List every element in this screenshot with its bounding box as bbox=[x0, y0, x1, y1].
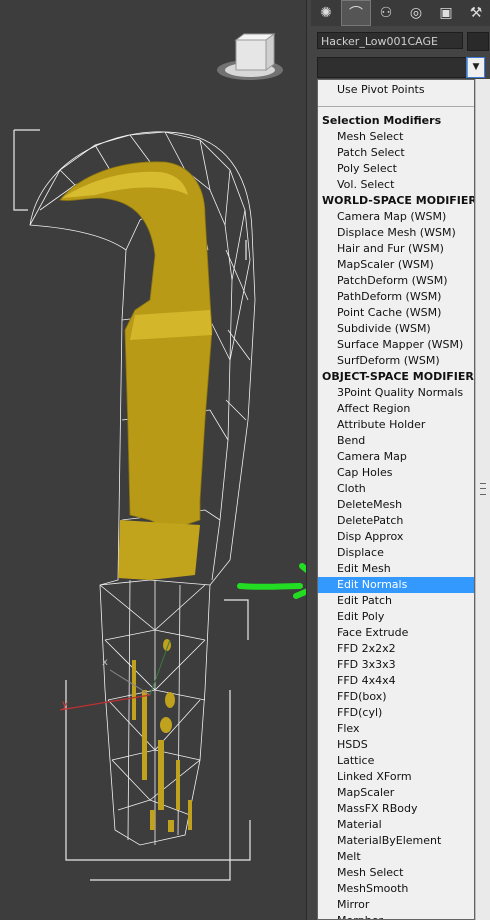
motion-icon[interactable]: ◎ bbox=[401, 0, 431, 26]
modifier-item-hsds[interactable]: HSDS bbox=[318, 737, 474, 753]
modifier-list-dropdown[interactable]: ▼ bbox=[317, 57, 485, 78]
list-divider bbox=[318, 106, 474, 107]
annotation-arrow bbox=[237, 563, 306, 599]
list-header-selection-modifiers: Selection Modifiers bbox=[322, 114, 442, 127]
view-cube[interactable] bbox=[217, 33, 283, 80]
modifier-item-cloth[interactable]: Cloth bbox=[318, 481, 474, 497]
axis-y-label: y bbox=[62, 699, 68, 710]
list-header-object-space-modifiers: OBJECT-SPACE MODIFIERS bbox=[322, 370, 475, 383]
modifier-item-poly-select[interactable]: Poly Select bbox=[318, 161, 474, 177]
scrollbar-grip[interactable] bbox=[480, 483, 486, 495]
modifier-item-morpher[interactable]: Morpher bbox=[318, 913, 474, 919]
modifier-item-deletemesh[interactable]: DeleteMesh bbox=[318, 497, 474, 513]
modifier-item-mapscaler-wsm[interactable]: MapScaler (WSM) bbox=[318, 257, 474, 273]
modifier-item-edit-poly[interactable]: Edit Poly bbox=[318, 609, 474, 625]
modifier-item-edit-patch[interactable]: Edit Patch bbox=[318, 593, 474, 609]
sun-icon[interactable]: ✺ bbox=[311, 0, 341, 26]
modifier-item-affect-region[interactable]: Affect Region bbox=[318, 401, 474, 417]
modifier-item-vol-select[interactable]: Vol. Select bbox=[318, 177, 474, 193]
modifier-item-cap-holes[interactable]: Cap Holes bbox=[318, 465, 474, 481]
hammer-icon[interactable]: ⚒ bbox=[461, 0, 490, 26]
modifier-item-face-extrude[interactable]: Face Extrude bbox=[318, 625, 474, 641]
modifier-item-subdivide-wsm[interactable]: Subdivide (WSM) bbox=[318, 321, 474, 337]
modifier-item-edit-normals[interactable]: Edit Normals bbox=[318, 577, 474, 593]
modifier-item-displace[interactable]: Displace bbox=[318, 545, 474, 561]
modifier-item-meshsmooth[interactable]: MeshSmooth bbox=[318, 881, 474, 897]
modifier-item-materialbyelement[interactable]: MaterialByElement bbox=[318, 833, 474, 849]
modifier-item-flex[interactable]: Flex bbox=[318, 721, 474, 737]
modifier-item-disp-approx[interactable]: Disp Approx bbox=[318, 529, 474, 545]
modifier-item-3point-quality-normals[interactable]: 3Point Quality Normals bbox=[318, 385, 474, 401]
modifier-item-surface-mapper-wsm[interactable]: Surface Mapper (WSM) bbox=[318, 337, 474, 353]
modifier-item-pathdeform-wsm[interactable]: PathDeform (WSM) bbox=[318, 289, 474, 305]
command-panel-tabs: ✺ ⌒ ⚇ ◎ ▣ ⚒ bbox=[311, 0, 490, 26]
modifier-item-point-cache-wsm[interactable]: Point Cache (WSM) bbox=[318, 305, 474, 321]
modifier-item-lattice[interactable]: Lattice bbox=[318, 753, 474, 769]
modifier-item-ffd-4x4x4[interactable]: FFD 4x4x4 bbox=[318, 673, 474, 689]
hierarchy-icon[interactable]: ⚇ bbox=[371, 0, 401, 26]
modifier-item-bend[interactable]: Bend bbox=[318, 433, 474, 449]
modifier-list[interactable]: Use Pivot Points Selection Modifiers Mesh… bbox=[317, 79, 475, 920]
modifier-item-massfx-rbody[interactable]: MassFX RBody bbox=[318, 801, 474, 817]
modifier-item-camera-map-wsm[interactable]: Camera Map (WSM) bbox=[318, 209, 474, 225]
modifier-item-attribute-holder[interactable]: Attribute Holder bbox=[318, 417, 474, 433]
modifier-item-hair-and-fur-wsm[interactable]: Hair and Fur (WSM) bbox=[318, 241, 474, 257]
modifier-item-mesh-select[interactable]: Mesh Select bbox=[318, 129, 474, 145]
modifier-item-ffd-cyl[interactable]: FFD(cyl) bbox=[318, 705, 474, 721]
axis-x-label: x bbox=[102, 657, 108, 668]
use-pivot-points-option[interactable]: Use Pivot Points bbox=[318, 82, 474, 98]
modifier-item-ffd-2x2x2[interactable]: FFD 2x2x2 bbox=[318, 641, 474, 657]
modifier-item-ffd-3x3x3[interactable]: FFD 3x3x3 bbox=[318, 657, 474, 673]
modifier-item-patchdeform-wsm[interactable]: PatchDeform (WSM) bbox=[318, 273, 474, 289]
modifier-item-displace-mesh-wsm[interactable]: Displace Mesh (WSM) bbox=[318, 225, 474, 241]
curve-icon[interactable]: ⌒ bbox=[341, 0, 371, 26]
modifier-item-linked-xform[interactable]: Linked XForm bbox=[318, 769, 474, 785]
blade-mesh bbox=[59, 161, 213, 580]
modifier-item-mesh-select[interactable]: Mesh Select bbox=[318, 865, 474, 881]
modifier-item-patch-select[interactable]: Patch Select bbox=[318, 145, 474, 161]
modifier-item-melt[interactable]: Melt bbox=[318, 849, 474, 865]
viewport-scene: x y bbox=[13, 33, 306, 881]
modifier-item-ffd-box[interactable]: FFD(box) bbox=[318, 689, 474, 705]
object-name-field[interactable]: Hacker_Low001CAGE bbox=[317, 32, 463, 49]
modifier-item-deletepatch[interactable]: DeletePatch bbox=[318, 513, 474, 529]
3d-viewport[interactable]: x y bbox=[0, 0, 306, 920]
command-panel: ✺ ⌒ ⚇ ◎ ▣ ⚒ Hacker_Low001CAGE ▼ Use Pivot Poi… bbox=[306, 0, 490, 920]
modifier-item-mirror[interactable]: Mirror bbox=[318, 897, 474, 913]
display-icon[interactable]: ▣ bbox=[431, 0, 461, 26]
modifier-list-scrollbar[interactable] bbox=[475, 79, 490, 920]
modifier-item-edit-mesh[interactable]: Edit Mesh bbox=[318, 561, 474, 577]
modifier-item-material[interactable]: Material bbox=[318, 817, 474, 833]
list-header-world-space-modifiers: WORLD-SPACE MODIFIERS bbox=[322, 194, 475, 207]
chevron-down-icon[interactable]: ▼ bbox=[466, 57, 485, 78]
modifier-item-mapscaler[interactable]: MapScaler bbox=[318, 785, 474, 801]
modifier-item-surfdeform-wsm[interactable]: SurfDeform (WSM) bbox=[318, 353, 474, 369]
modifier-item-camera-map[interactable]: Camera Map bbox=[318, 449, 474, 465]
object-color-swatch[interactable] bbox=[467, 32, 489, 51]
